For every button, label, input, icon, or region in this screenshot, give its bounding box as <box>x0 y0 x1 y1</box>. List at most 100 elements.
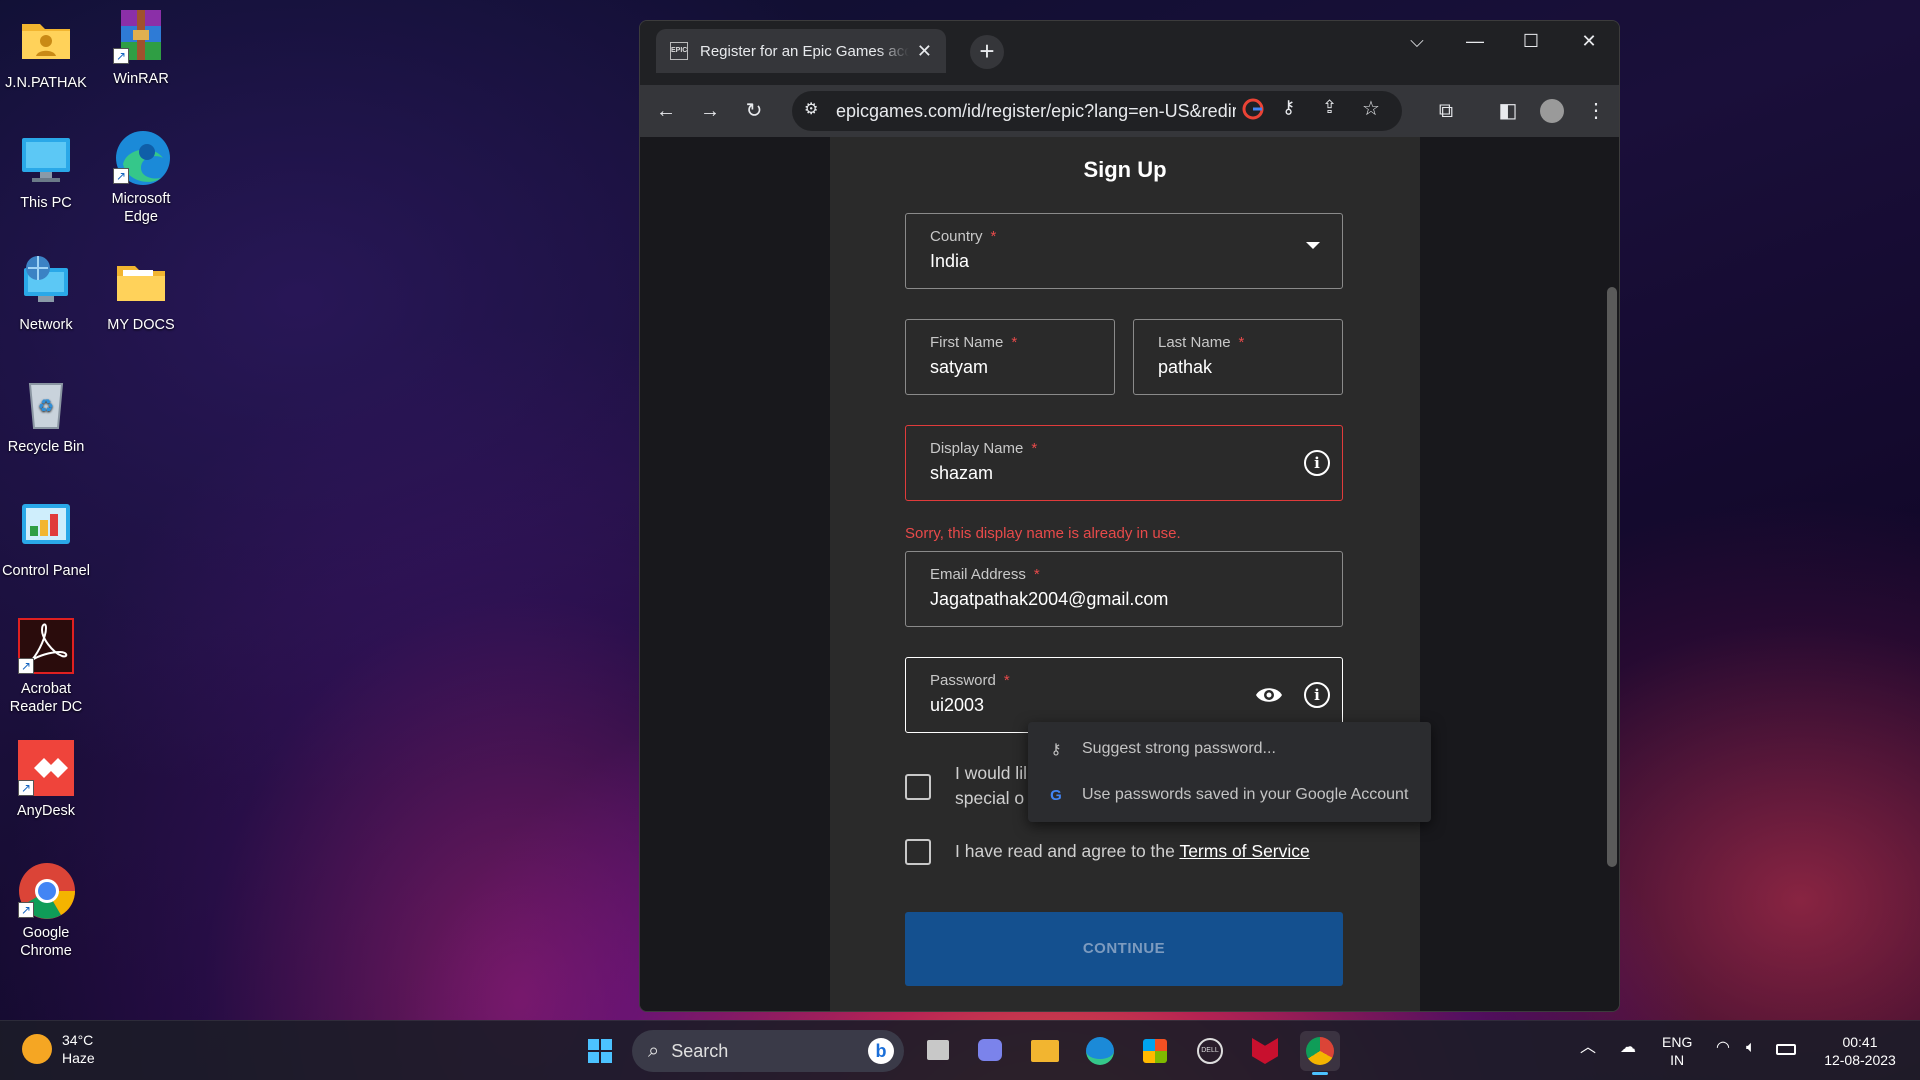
desktop-icon-this-pc[interactable]: This PC <box>0 132 92 212</box>
required-mark: * <box>1011 334 1018 351</box>
page-scrollbar[interactable] <box>1607 287 1617 867</box>
edge-taskbar-icon[interactable] <box>1080 1031 1120 1071</box>
extensions-icon[interactable]: ⧉ <box>1430 95 1462 127</box>
network-icon <box>18 254 74 310</box>
show-password-eye-icon[interactable] <box>1254 682 1284 713</box>
chrome-taskbar-icon[interactable] <box>1300 1031 1340 1075</box>
desktop-icon-anydesk[interactable]: ↗ AnyDesk <box>0 740 92 820</box>
offers-checkbox[interactable] <box>905 774 931 800</box>
desktop-icon-recycle-bin[interactable]: ♻ Recycle Bin <box>0 376 92 456</box>
shortcut-arrow-icon: ↗ <box>18 902 34 918</box>
task-view-icon[interactable] <box>918 1031 958 1071</box>
store-icon[interactable] <box>1135 1031 1175 1071</box>
required-mark: * <box>1031 440 1038 457</box>
share-icon[interactable]: ⇪ <box>1322 97 1337 118</box>
onedrive-icon[interactable]: ☁ <box>1620 1039 1636 1057</box>
desktop-icon-label: Microsoft Edge <box>111 191 171 225</box>
caret-down-icon <box>1306 242 1320 249</box>
desktop-icon-edge[interactable]: ↗ Microsoft Edge <box>95 128 187 226</box>
taskbar-search[interactable]: ⌕ Search b <box>632 1030 904 1072</box>
bookmark-star-icon[interactable]: ☆ <box>1362 96 1380 121</box>
password-suggestion-popup: ⚷ Suggest strong password... G Use passw… <box>1028 722 1431 822</box>
back-button[interactable]: ← <box>650 95 682 127</box>
wifi-icon[interactable]: ◠ <box>1716 1039 1730 1057</box>
desktop-icon-control-panel[interactable]: Control Panel <box>0 500 92 580</box>
desktop-icon-jn-pathak[interactable]: J.N.PATHAK <box>0 12 92 92</box>
desktop-icon-label: Control Panel <box>2 563 90 579</box>
terms-checkbox[interactable] <box>905 839 931 865</box>
email-value: Jagatpathak2004@gmail.com <box>930 589 1169 609</box>
info-icon[interactable]: i <box>1304 450 1330 476</box>
suggest-strong-password-item[interactable]: ⚷ Suggest strong password... <box>1028 726 1431 772</box>
clock-time: 00:41 <box>1842 1034 1878 1050</box>
google-g-icon: G <box>1050 786 1062 804</box>
first-name-value: satyam <box>930 357 989 377</box>
show-hidden-icons-chevron-icon[interactable]: ︿ <box>1580 1039 1596 1057</box>
clock[interactable]: 00:41 12-08-2023 <box>1815 1033 1905 1069</box>
file-explorer-icon[interactable] <box>1025 1031 1065 1071</box>
first-name-label: First Name <box>930 334 1004 351</box>
volume-icon[interactable]: 🔈︎ <box>1746 1039 1756 1057</box>
teams-chat-icon[interactable] <box>970 1031 1010 1071</box>
desktop-icon-label: This PC <box>20 195 72 211</box>
bing-icon: b <box>868 1038 894 1064</box>
desktop-icon-network[interactable]: Network <box>0 254 92 334</box>
minimize-button[interactable]: — <box>1460 31 1490 52</box>
tab-title: Register for an Epic Games account <box>700 42 909 60</box>
weather-widget[interactable]: 34°C Haze <box>22 1031 95 1067</box>
terms-checkbox-label: I have read and agree to the Terms of Se… <box>955 839 1310 864</box>
key-icon[interactable]: ⚷ <box>1282 97 1295 118</box>
tab-search-chevron-icon[interactable]: ⌵ <box>1402 31 1432 52</box>
google-saved-passwords-item[interactable]: G Use passwords saved in your Google Acc… <box>1028 772 1431 818</box>
email-field[interactable]: Email Address * Jagatpathak2004@gmail.com <box>905 551 1343 627</box>
key-icon: ⚷ <box>1050 741 1062 758</box>
dell-icon[interactable]: DELL <box>1190 1031 1230 1071</box>
terms-of-service-link[interactable]: Terms of Service <box>1179 841 1309 861</box>
desktop-icon-label: Network <box>19 317 73 333</box>
tab-register-epic[interactable]: EPIC Register for an Epic Games account … <box>656 29 946 73</box>
new-tab-button[interactable]: + <box>970 35 1004 69</box>
profile-avatar[interactable] <box>1536 95 1568 127</box>
address-bar[interactable]: ⚙ epicgames.com/id/register/epic?lang=en… <box>792 91 1402 131</box>
country-select[interactable]: Country * India <box>905 213 1343 289</box>
epic-favicon-icon: EPIC <box>670 42 688 60</box>
edge-icon: ↗ <box>113 128 170 185</box>
password-label: Password <box>930 672 996 689</box>
mcafee-icon[interactable] <box>1245 1031 1285 1071</box>
close-window-button[interactable]: ✕ <box>1574 31 1604 52</box>
chrome-icon: ↗ <box>18 862 75 919</box>
menu-kebab-icon[interactable]: ⋮ <box>1580 95 1612 127</box>
reload-button[interactable]: ↻ <box>738 95 770 127</box>
first-name-field[interactable]: First Name * satyam <box>905 319 1115 395</box>
last-name-field[interactable]: Last Name * pathak <box>1133 319 1343 395</box>
weather-desc: Haze <box>62 1050 95 1066</box>
battery-icon[interactable] <box>1776 1041 1796 1059</box>
continue-button[interactable]: CONTINUE <box>905 912 1343 986</box>
shortcut-arrow-icon: ↗ <box>18 658 34 674</box>
email-label: Email Address <box>930 566 1026 583</box>
google-lens-icon[interactable] <box>1242 98 1264 125</box>
site-info-icon[interactable]: ⚙ <box>804 99 818 119</box>
display-name-field[interactable]: Display Name * shazam i <box>905 425 1343 501</box>
forward-button[interactable]: → <box>694 95 726 127</box>
desktop-icon-my-docs[interactable]: MY DOCS <box>95 254 187 334</box>
maximize-button[interactable]: ☐ <box>1516 31 1546 52</box>
desktop-icon-chrome[interactable]: ↗ Google Chrome <box>0 862 92 960</box>
tab-close-icon[interactable]: ✕ <box>917 41 932 62</box>
country-value: India <box>930 251 970 271</box>
tab-bar: EPIC Register for an Epic Games account … <box>640 21 1619 85</box>
terms-text: I have read and agree to the <box>955 841 1175 861</box>
desktop-icon-label: Recycle Bin <box>7 439 85 455</box>
offers-text-line2: special o <box>955 788 1025 808</box>
desktop-icon-winrar[interactable]: ↗ WinRAR <box>95 8 187 88</box>
browser-toolbar: ← → ↻ ⚙ epicgames.com/id/register/epic?l… <box>640 85 1619 137</box>
info-icon[interactable]: i <box>1304 682 1330 708</box>
language-indicator[interactable]: ENG IN <box>1662 1033 1692 1069</box>
side-panel-icon[interactable]: ◧ <box>1492 95 1524 127</box>
start-button[interactable] <box>580 1031 620 1071</box>
desktop-icon-acrobat[interactable]: ↗ Acrobat Reader DC <box>0 618 92 716</box>
country-label: Country <box>930 228 983 245</box>
taskbar: 34°C Haze ⌕ Search b DELL ︿ ☁ ENG IN ◠ 🔈… <box>0 1020 1920 1080</box>
clock-date: 12-08-2023 <box>1824 1052 1896 1068</box>
desktop-icon-label: WinRAR <box>113 71 169 87</box>
